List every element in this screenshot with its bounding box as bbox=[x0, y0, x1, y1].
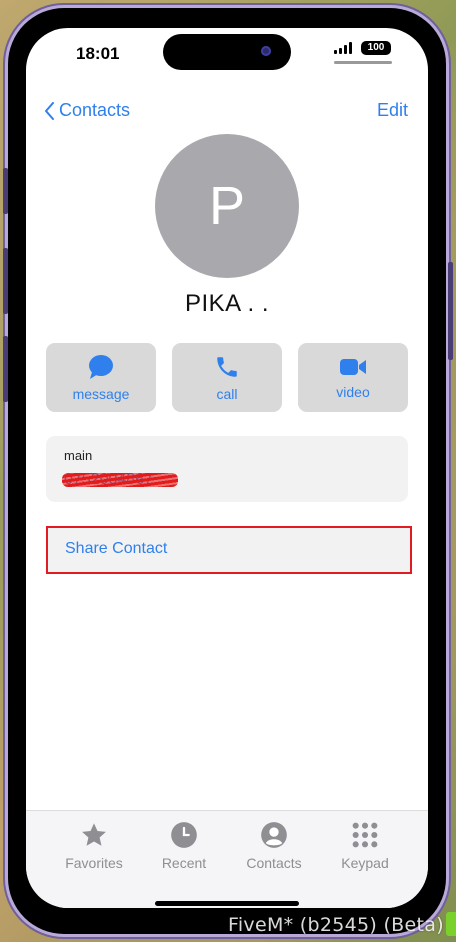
clock-icon bbox=[171, 822, 197, 848]
message-button[interactable]: message bbox=[46, 343, 156, 412]
battery-level: 100 bbox=[367, 42, 385, 53]
video-camera-icon bbox=[340, 358, 366, 375]
phone-number-card: main 0752004867 bbox=[46, 436, 408, 502]
keypad-icon bbox=[352, 822, 378, 848]
action-button bbox=[3, 168, 8, 214]
tab-recent-label: Recent bbox=[161, 855, 207, 871]
call-button[interactable]: call bbox=[172, 343, 282, 412]
star-icon bbox=[82, 823, 106, 846]
back-button[interactable]: Contacts bbox=[44, 100, 130, 121]
message-label: message bbox=[72, 385, 130, 402]
person-icon bbox=[261, 822, 287, 848]
status-underline bbox=[334, 61, 392, 64]
power-button bbox=[448, 262, 453, 360]
phone-label: main bbox=[64, 448, 93, 463]
tab-keypad-label: Keypad bbox=[341, 855, 389, 871]
camera-icon bbox=[261, 46, 271, 56]
tab-favorites[interactable]: Favorites bbox=[49, 821, 139, 871]
back-label: Contacts bbox=[59, 100, 131, 120]
call-label: call bbox=[216, 385, 238, 402]
chevron-left-icon bbox=[45, 101, 54, 120]
tab-keypad[interactable]: Keypad bbox=[320, 821, 410, 871]
contact-name: PIKA . . bbox=[184, 290, 270, 317]
home-indicator[interactable] bbox=[155, 901, 299, 906]
tab-recent[interactable]: Recent bbox=[139, 821, 229, 871]
edit-button[interactable]: Edit bbox=[377, 100, 408, 121]
tab-contacts-label: Contacts bbox=[246, 855, 302, 871]
volume-down-button bbox=[3, 336, 8, 402]
volume-up-button bbox=[3, 248, 8, 314]
battery-icon: 100 bbox=[361, 41, 391, 55]
nav-bar: Contacts Edit bbox=[26, 96, 428, 126]
signal-icon bbox=[334, 42, 352, 54]
share-contact-label: Share Contact bbox=[65, 540, 168, 557]
avatar: P bbox=[155, 134, 299, 278]
avatar-initial: P bbox=[208, 176, 246, 236]
status-bar: 18:01 100 bbox=[26, 28, 428, 78]
dynamic-island bbox=[163, 34, 291, 70]
message-bubble-icon bbox=[89, 354, 113, 379]
status-time: 18:01 bbox=[76, 44, 120, 63]
tab-favorites-label: Favorites bbox=[65, 855, 123, 871]
tab-bar: Favorites Recent Contacts Keypad bbox=[26, 810, 428, 908]
video-label: video bbox=[336, 383, 370, 400]
action-buttons: message call video bbox=[46, 343, 408, 412]
corner-icon bbox=[446, 912, 456, 936]
redaction-scribble bbox=[62, 473, 178, 487]
phone-icon bbox=[217, 356, 237, 377]
phone-screen: 18:01 100 Contacts Edit P PIKA . . messa… bbox=[26, 28, 428, 908]
share-contact-button[interactable]: Share Contact bbox=[46, 526, 412, 574]
video-button[interactable]: video bbox=[298, 343, 408, 412]
tab-contacts[interactable]: Contacts bbox=[229, 821, 319, 871]
fivem-watermark: FiveM* (b2545) (Beta) bbox=[228, 914, 444, 936]
